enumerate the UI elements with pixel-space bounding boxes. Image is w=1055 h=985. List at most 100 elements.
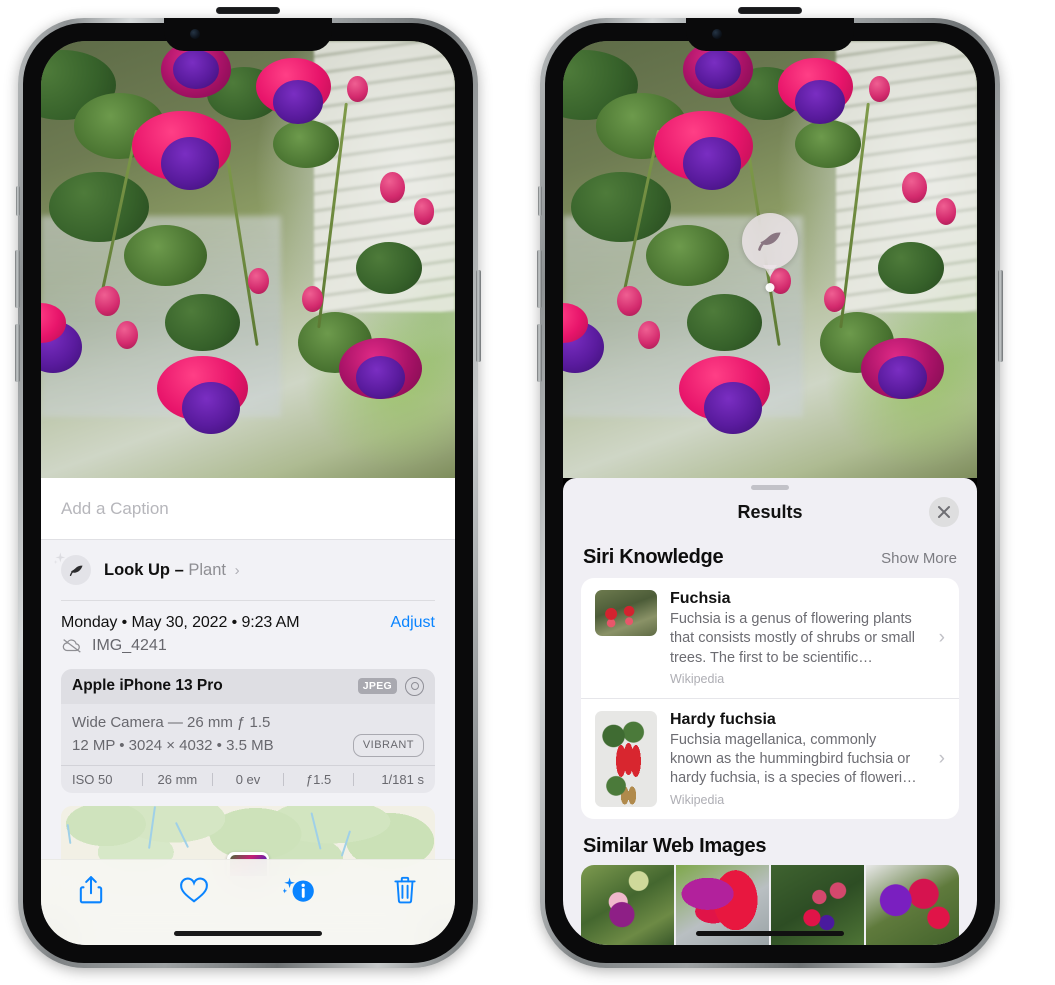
photo-viewer[interactable] [563, 41, 977, 478]
foliage [645, 224, 729, 286]
favorite-button[interactable] [179, 875, 209, 910]
datetime-row: Monday • May 30, 2022 • 9:23 AM Adjust [41, 601, 455, 634]
similar-web-images-title: Similar Web Images [583, 834, 767, 857]
lens-line-row: Wide Camera — 26 mm ƒ 1.5 [72, 711, 424, 734]
chevron-right-icon: › [234, 561, 240, 579]
iphone-right: Results Siri Knowledge Show More Fuchsia… [537, 7, 1003, 968]
results-header: Results [563, 490, 977, 534]
foliage [571, 172, 671, 242]
photo-viewer[interactable] [41, 41, 455, 478]
flower-bud [380, 172, 406, 203]
delete-button[interactable] [392, 875, 418, 910]
screenshot-stage: Add a Caption Look Up – Plant › Monday •… [0, 0, 1055, 985]
info-button[interactable] [282, 875, 317, 910]
share-button[interactable] [78, 875, 104, 910]
volume-up-button[interactable] [537, 250, 542, 308]
look-up-row[interactable]: Look Up – Plant › [41, 540, 455, 600]
web-image-1[interactable] [581, 864, 674, 945]
photographic-style-badge: VIBRANT [352, 733, 424, 757]
foliage [877, 242, 944, 295]
fuchsia-flower [794, 80, 845, 125]
share-icon [80, 876, 103, 904]
show-more-button[interactable]: Show More [881, 550, 957, 567]
knowledge-source: Wikipedia [670, 671, 725, 686]
filename-row: IMG_4241 [41, 634, 455, 665]
flower-bud [301, 285, 323, 312]
look-up-label: Look Up – [104, 560, 184, 579]
front-camera [190, 29, 200, 39]
flower-bud [869, 75, 891, 103]
flower-bud [115, 320, 139, 350]
volume-down-button[interactable] [537, 324, 542, 382]
visual-look-up-circle [742, 213, 798, 269]
trash-icon [394, 876, 416, 904]
size-line-row: 12 MP • 3024 × 4032 • 3.5 MB VIBRANT [72, 733, 424, 757]
foliage [49, 172, 149, 242]
caption-placeholder: Add a Caption [61, 498, 169, 518]
aperture-icon [405, 676, 424, 696]
knowledge-body: Fuchsia Fuchsia is a genus of flowering … [670, 590, 945, 686]
knowledge-body: Hardy fuchsia Fuchsia magellanica, commo… [670, 711, 945, 807]
close-button[interactable] [929, 497, 959, 527]
knowledge-description: Fuchsia magellanica, commonly known as t… [670, 731, 917, 787]
flower-bud [823, 285, 845, 312]
notch [686, 7, 854, 51]
format-badge: JPEG [357, 678, 397, 694]
flower-bud [935, 198, 957, 225]
fuchsia-flower [272, 80, 323, 125]
info-sparkle-icon [282, 877, 315, 902]
flower-bud [94, 285, 120, 317]
foliage [123, 224, 207, 286]
leaf-icon [69, 565, 83, 576]
volume-up-button[interactable] [15, 250, 20, 308]
flower-bud [248, 268, 269, 295]
caption-field[interactable]: Add a Caption [41, 478, 455, 540]
photo-detail-sheet: Add a Caption Look Up – Plant › Monday •… [41, 478, 455, 945]
adjust-button[interactable]: Adjust [391, 614, 435, 632]
earpiece-speaker [738, 7, 802, 14]
list-item[interactable]: Hardy fuchsia Fuchsia magellanica, commo… [581, 697, 959, 819]
leaf-icon [758, 232, 781, 251]
exif-stat-shutter: 1/181 s [381, 772, 424, 787]
look-up-subject: Plant [188, 560, 226, 579]
siri-knowledge-card: Fuchsia Fuchsia is a genus of flowering … [581, 578, 959, 819]
foliage [272, 119, 340, 168]
siri-knowledge-title: Siri Knowledge [583, 546, 724, 568]
cloud-slash-icon [62, 639, 81, 653]
lens-info: Wide Camera — 26 mm ƒ 1.5 [72, 713, 271, 731]
exif-header: Apple iPhone 13 Pro JPEG [61, 668, 435, 704]
notch [164, 7, 332, 51]
iphone-left: Add a Caption Look Up – Plant › Monday •… [15, 7, 481, 968]
power-button[interactable] [476, 270, 481, 362]
fuchsia-flower [161, 137, 219, 190]
knowledge-source: Wikipedia [670, 792, 725, 807]
siri-knowledge-header: Siri Knowledge Show More [563, 534, 977, 578]
flower-bud [616, 285, 642, 317]
exif-card: Apple iPhone 13 Pro JPEG Wide Camera — 2… [61, 668, 435, 793]
fuchsia-flower [181, 381, 240, 435]
foliage [165, 294, 240, 352]
photo-datetime: Monday • May 30, 2022 • 9:23 AM [61, 613, 300, 631]
list-item[interactable]: Fuchsia Fuchsia is a genus of flowering … [581, 578, 959, 698]
exif-stat-iso: ISO 50 [72, 772, 113, 787]
exif-body: Wide Camera — 26 mm ƒ 1.5 12 MP • 3024 ×… [61, 704, 435, 766]
earpiece-speaker [216, 7, 280, 14]
power-button[interactable] [998, 270, 1003, 362]
look-up-text: Look Up – Plant › [104, 561, 240, 580]
home-indicator[interactable] [174, 931, 322, 936]
mute-switch[interactable] [538, 186, 542, 216]
web-image-4[interactable] [866, 864, 959, 945]
image-size-info: 12 MP • 3024 × 4032 • 3.5 MB [72, 736, 274, 754]
exif-stat-focal: 26 mm [157, 772, 198, 787]
mute-switch[interactable] [16, 186, 20, 216]
heart-icon [179, 877, 208, 903]
exif-stats-row: ISO 50 26 mm 0 ev ƒ1.5 1/181 s [61, 765, 435, 793]
chevron-right-icon: › [938, 626, 945, 648]
front-camera [712, 29, 722, 39]
knowledge-description: Fuchsia is a genus of flowering plants t… [670, 611, 915, 666]
badge-pointer [763, 265, 777, 277]
home-indicator[interactable] [696, 931, 844, 936]
results-sheet: Results Siri Knowledge Show More Fuchsia… [563, 478, 977, 945]
volume-down-button[interactable] [15, 324, 20, 382]
visual-look-up-badge[interactable] [742, 213, 798, 292]
